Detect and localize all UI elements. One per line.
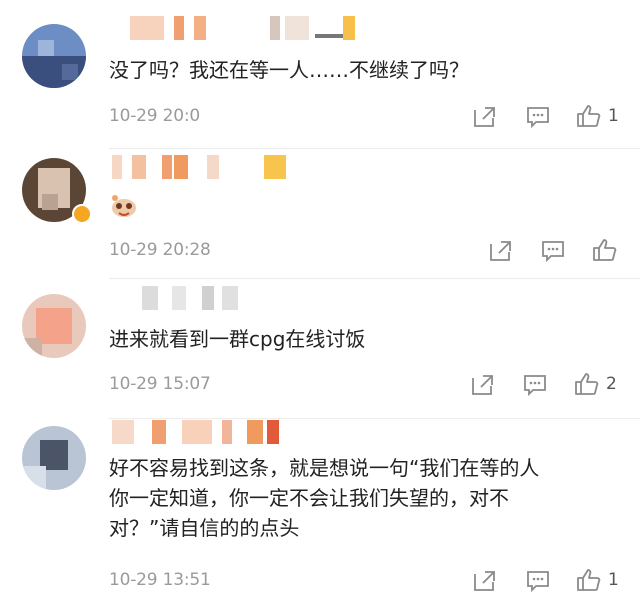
avatar[interactable]: [22, 294, 86, 358]
comment-item: 10-29 20:28: [0, 150, 640, 280]
comment-icon: [527, 571, 549, 592]
like-button[interactable]: 2: [574, 372, 617, 396]
like-button[interactable]: 1: [576, 568, 619, 592]
username-mosaic[interactable]: [112, 420, 282, 444]
comment-icon: [524, 375, 546, 396]
like-count: 1: [608, 106, 619, 126]
share-icon: [474, 571, 495, 591]
divider: [109, 278, 640, 279]
divider: [109, 148, 640, 149]
divider: [109, 418, 640, 419]
comment-text: 没了吗？我还在等一人……不继续了吗？: [109, 58, 469, 82]
comment-time: 10-29 20:28: [109, 240, 211, 260]
comment-text: 好不容易找到这条，就是想说一句“我们在等的人 你一定知道，你一定不会让我们失望的…: [109, 456, 540, 540]
comment-item: 好不容易找到这条，就是想说一句“我们在等的人 你一定知道，你一定不会让我们失望的…: [0, 420, 640, 601]
username-mosaic[interactable]: [112, 155, 292, 179]
emoji-sticker-icon: [112, 195, 136, 217]
share-button[interactable]: [472, 106, 496, 128]
comment-item: 没了吗？我还在等一人……不继续了吗？ 10-29 20:0 1: [0, 0, 640, 150]
share-button[interactable]: [488, 240, 512, 262]
share-icon: [472, 375, 493, 395]
vip-badge: [72, 204, 92, 224]
username-mosaic[interactable]: [130, 16, 360, 40]
share-button[interactable]: [470, 374, 494, 396]
avatar[interactable]: [22, 426, 86, 490]
like-icon: [577, 569, 601, 591]
comment-item: 进来就看到一群cpg在线讨饭 10-29 15:07 2: [0, 280, 640, 420]
share-button[interactable]: [472, 570, 496, 592]
comment-text: 进来就看到一群cpg在线讨饭: [109, 327, 366, 351]
avatar[interactable]: [22, 24, 86, 88]
like-count: 1: [608, 570, 619, 590]
like-icon: [575, 373, 599, 395]
username-mosaic[interactable]: [142, 286, 242, 310]
comment-time: 10-29 15:07: [109, 374, 211, 394]
comment-time: 10-29 13:51: [109, 570, 211, 590]
like-button[interactable]: 1: [576, 104, 619, 128]
comment-icon: [542, 241, 564, 262]
comment-button[interactable]: [526, 570, 550, 592]
share-icon: [474, 107, 495, 127]
comment-button[interactable]: [526, 106, 550, 128]
comment-icon: [527, 107, 549, 128]
like-count: 2: [606, 374, 617, 394]
comment-button[interactable]: [541, 240, 565, 262]
share-icon: [490, 241, 511, 261]
like-icon: [593, 239, 617, 261]
like-button[interactable]: [592, 238, 624, 262]
comment-button[interactable]: [523, 374, 547, 396]
like-icon: [577, 105, 601, 127]
comment-time: 10-29 20:0: [109, 106, 200, 126]
